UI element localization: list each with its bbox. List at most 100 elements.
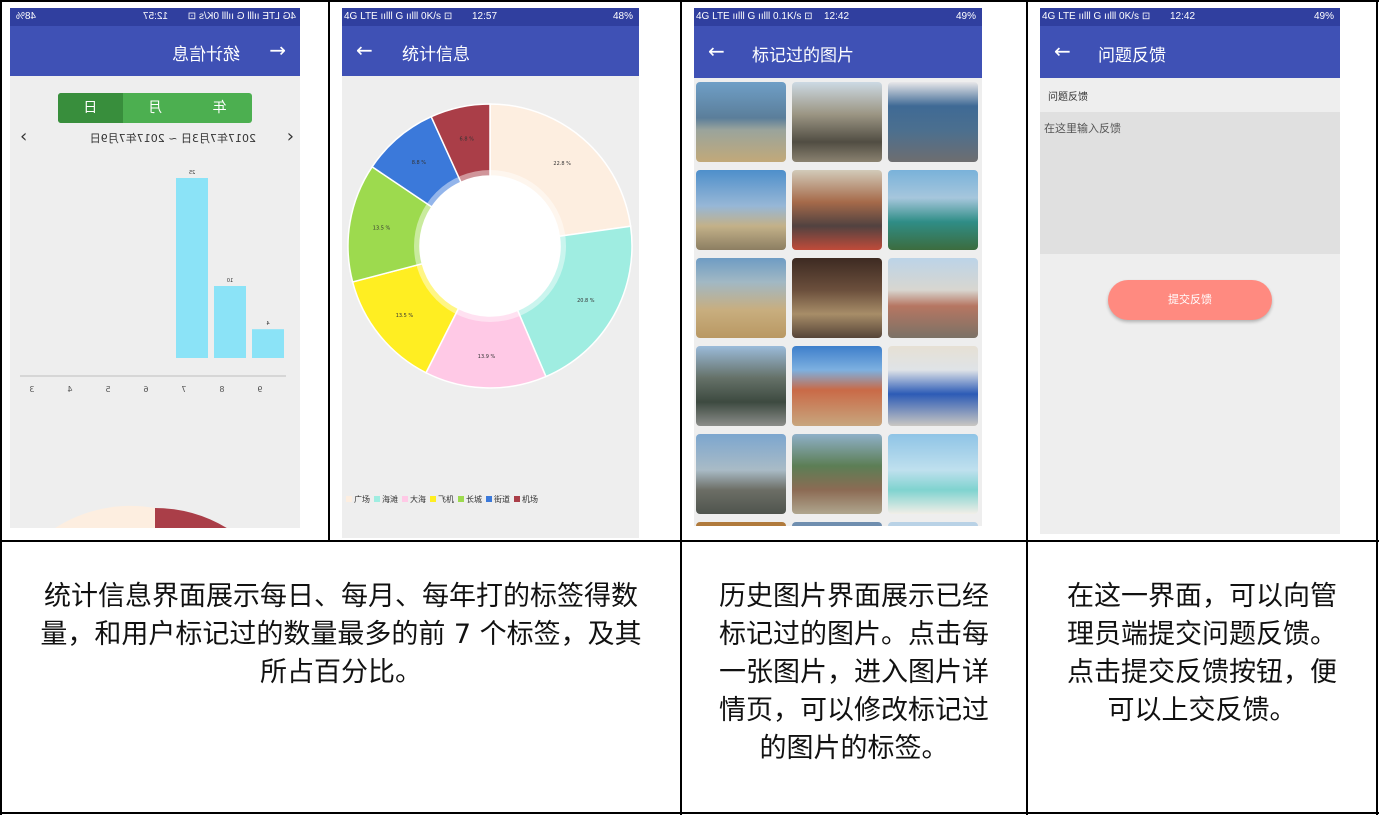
legend-item: 海滩 — [374, 495, 398, 504]
marked-image[interactable] — [696, 170, 786, 250]
marked-image[interactable] — [792, 258, 882, 338]
marked-image[interactable] — [888, 434, 978, 514]
bar — [214, 286, 246, 358]
x-tick-label: 6 — [143, 385, 148, 394]
app-bar: ← 问题反馈 — [1040, 26, 1340, 78]
marked-image[interactable] — [792, 522, 882, 526]
marked-image[interactable] — [888, 258, 978, 338]
legend-swatch — [458, 496, 464, 502]
marked-image[interactable] — [696, 522, 786, 526]
status-battery: 48% — [612, 11, 633, 22]
legend-item: 飞机 — [430, 495, 454, 504]
legend-swatch — [486, 496, 492, 502]
pie-slice-label: 8.8 % — [412, 160, 427, 166]
legend-label: 街道 — [494, 495, 510, 504]
status-signal: 4G LTE ıılll G ıılll 0K/s ⊡ — [1042, 11, 1151, 22]
caption-stats: 统计信息界面展示每日、每月、每年打的标签得数 量，和用户标记过的数量最多的前 7… — [40, 581, 642, 688]
pie-slice-label: 6.8 % — [460, 136, 475, 142]
legend-swatch — [402, 496, 408, 502]
bar-value-label: 25 — [189, 170, 195, 176]
status-time: 12:42 — [824, 11, 850, 22]
marked-image[interactable] — [888, 522, 978, 526]
legend-swatch — [430, 496, 436, 502]
marked-image[interactable] — [792, 170, 882, 250]
x-tick-label: 5 — [105, 385, 110, 394]
feedback-input[interactable]: 在这里输入反馈 — [1040, 112, 1340, 254]
page-title: 统计信息 — [172, 45, 240, 65]
app-bar: ← 统计信息 — [342, 26, 639, 76]
prev-range-icon[interactable]: ‹ — [287, 126, 294, 147]
status-bar: 4G LTE ıılll G ıılll 0K/s ⊡ 12:57 48% — [10, 8, 300, 26]
status-time: 12:42 — [1170, 11, 1196, 22]
image-grid — [694, 80, 982, 526]
legend-swatch — [514, 496, 520, 502]
back-arrow-icon[interactable]: ← — [1054, 39, 1071, 63]
marked-image[interactable] — [792, 82, 882, 162]
legend-item: 长城 — [458, 495, 482, 504]
status-signal: 4G LTE ıılll G ıılll 0K/s ⊡ — [344, 11, 453, 22]
marked-image[interactable] — [792, 434, 882, 514]
legend-label: 广场 — [354, 495, 370, 504]
back-arrow-icon[interactable]: ← — [708, 39, 725, 63]
legend-item: 机场 — [514, 495, 538, 504]
x-tick-label: 3 — [29, 385, 34, 394]
table-border-bottom — [0, 812, 1379, 814]
next-range-icon[interactable]: › — [20, 126, 27, 147]
pie-slice-label: 13.5 % — [373, 226, 391, 232]
x-tick-label: 7 — [181, 385, 186, 394]
segment-day[interactable]: 日 — [57, 93, 123, 123]
marked-image[interactable] — [888, 82, 978, 162]
table-divider-3 — [1026, 0, 1028, 815]
x-tick-label: 4 — [67, 385, 72, 394]
table-border-left — [0, 0, 2, 815]
submit-feedback-button[interactable]: 提交反馈 — [1108, 280, 1272, 320]
status-time: 12:57 — [142, 11, 168, 22]
marked-image[interactable] — [696, 82, 786, 162]
status-time: 12:57 — [472, 11, 498, 22]
table-border-middle — [0, 540, 1379, 542]
status-battery: 48% — [16, 11, 37, 22]
marked-image[interactable] — [696, 434, 786, 514]
pie-preview — [55, 505, 230, 528]
bar-chart: 9 8 7 6 5 4 3 4 10 25 — [20, 170, 286, 394]
marked-image[interactable] — [888, 170, 978, 250]
page-title: 标记过的图片 — [752, 46, 854, 66]
status-bar: 4G LTE ıılll G ıılll 0K/s ⊡ 12:42 49% — [1040, 8, 1340, 26]
donut-chart: 22.8 % 20.8 % 13.9 % 13.5 % 13.5 % 8.8 % 6.8 % — [347, 103, 633, 389]
back-arrow-icon[interactable]: ← — [356, 38, 373, 62]
pie-slice-label: 13.9 % — [478, 354, 496, 360]
table-border-top — [0, 0, 1379, 2]
table-border-right — [1376, 0, 1378, 815]
status-battery: 49% — [1313, 11, 1334, 22]
back-arrow-icon[interactable]: ← — [269, 38, 286, 62]
legend-label: 大海 — [410, 495, 426, 504]
pie-slice-label: 13.5 % — [396, 313, 414, 319]
pie-preview-slice-peach — [55, 505, 155, 528]
app-bar: ← 标记过的图片 — [694, 26, 982, 78]
legend-item: 广场 — [346, 495, 370, 504]
page-title: 问题反馈 — [1098, 46, 1166, 66]
legend-swatch — [346, 496, 352, 502]
bar — [252, 329, 284, 358]
legend-label: 海滩 — [382, 495, 398, 504]
segment-year[interactable]: 年 — [187, 93, 252, 123]
period-segment: 年 月 日 — [57, 93, 252, 123]
bar-value-label: 10 — [227, 278, 233, 284]
submit-feedback-label: 提交反馈 — [1168, 293, 1212, 306]
marked-image[interactable] — [696, 258, 786, 338]
legend-label: 机场 — [522, 495, 538, 504]
date-range: 2017年7月3日 ~ 2017年7月9日 — [89, 132, 256, 145]
pie-slice-label: 20.8 % — [577, 298, 595, 304]
pie-slice-label: 22.8 % — [553, 161, 571, 167]
caption-history: 历史图片界面展示已经 标记过的图片。点击每 一张图片，进入图片详 情页，可以修改… — [719, 581, 989, 764]
segment-month[interactable]: 月 — [123, 93, 188, 123]
page-title: 统计信息 — [402, 45, 470, 65]
table-divider-1 — [328, 0, 330, 541]
feedback-placeholder: 在这里输入反馈 — [1044, 122, 1121, 135]
legend-item: 大海 — [402, 495, 426, 504]
marked-image[interactable] — [696, 346, 786, 426]
pie-preview-slice-red — [155, 508, 230, 528]
status-signal: 4G LTE ıılll G ıılll 0K/s ⊡ — [187, 11, 296, 22]
marked-image[interactable] — [888, 346, 978, 426]
marked-image[interactable] — [792, 346, 882, 426]
